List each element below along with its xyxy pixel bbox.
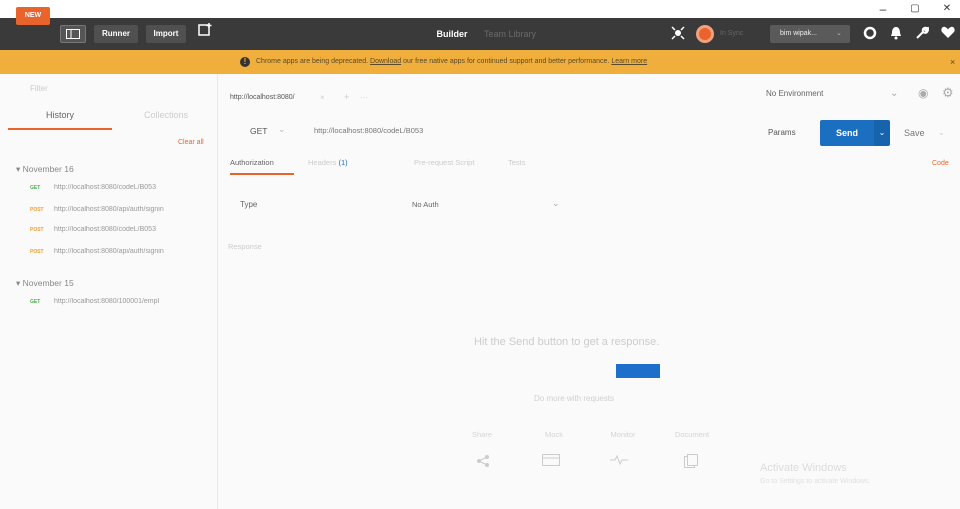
banner-text-2: our free native apps for continued suppo… <box>403 58 610 65</box>
close-window-button[interactable]: ✕ <box>932 2 960 16</box>
add-tab-button[interactable]: + <box>344 92 349 102</box>
download-link[interactable]: Download <box>370 58 401 65</box>
document-label[interactable]: Document <box>664 430 720 439</box>
mock-label[interactable]: Mock <box>534 430 574 439</box>
hint-send-button[interactable] <box>616 364 660 378</box>
history-url: http://localhost:8080/api/auth/signin <box>54 206 164 213</box>
environment-select[interactable]: No Environment <box>766 89 906 98</box>
history-item[interactable]: POST http://localhost:8080/codeL/B053 <box>30 226 210 233</box>
history-group-header[interactable]: ▾ November 16 <box>16 164 74 175</box>
save-button[interactable]: Save <box>904 128 925 138</box>
url-input[interactable]: http://localhost:8080/codeL/B053 <box>314 126 754 135</box>
chevron-down-icon[interactable]: ⌄ <box>278 124 286 135</box>
send-hint: Hit the Send button to get a response. <box>474 336 660 348</box>
sidebar-icon <box>66 29 80 39</box>
sync-icon[interactable] <box>696 25 714 43</box>
request-tab[interactable]: http://localhost:8080/ <box>230 94 295 101</box>
method-badge: POST <box>30 227 44 233</box>
do-more-heading: Do more with requests <box>534 394 615 403</box>
bell-icon[interactable] <box>888 26 904 42</box>
history-group-header[interactable]: ▾ November 15 <box>16 278 74 289</box>
auth-type-select[interactable]: No Auth <box>412 200 439 209</box>
tab-builder[interactable]: Builder <box>432 18 472 50</box>
monitor-label[interactable]: Monitor <box>598 430 648 439</box>
sidebar: Filter History Collections Clear all ▾ N… <box>0 74 218 509</box>
filter-input[interactable]: Filter <box>30 84 48 93</box>
tab-authorization[interactable]: Authorization <box>230 158 294 175</box>
method-badge: POST <box>30 249 44 255</box>
deprecation-banner: ! Chrome apps are being deprecated. Down… <box>0 50 960 74</box>
history-url: http://localhost:8080/codeL/B053 <box>54 226 156 233</box>
tab-headers[interactable]: Headers (1) <box>308 158 348 167</box>
chevron-down-icon[interactable]: ⌄ <box>938 128 945 137</box>
params-button[interactable]: Params <box>768 128 796 137</box>
activate-windows-subtitle: Go to Settings to activate Windows. <box>760 478 871 485</box>
banner-text-1: Chrome apps are being deprecated. <box>256 58 369 65</box>
close-banner-button[interactable]: × <box>950 50 955 74</box>
chevron-down-icon[interactable]: ⌄ <box>552 198 560 209</box>
mock-server-icon[interactable] <box>542 454 560 469</box>
heart-icon[interactable] <box>940 26 956 42</box>
user-name: bim wipak... <box>780 30 817 37</box>
history-url: http://localhost:8080/100001/empl <box>54 298 160 305</box>
wrench-icon[interactable] <box>914 26 930 42</box>
share-label[interactable]: Share <box>462 430 502 439</box>
headers-count: (1) <box>338 158 348 167</box>
gear-icon[interactable]: ⚙ <box>942 85 954 101</box>
activate-windows-title: Activate Windows <box>760 462 847 474</box>
method-select[interactable]: GET <box>250 126 267 136</box>
banner-message: Chrome apps are being deprecated. Downlo… <box>256 50 647 74</box>
code-link[interactable]: Code <box>932 160 949 167</box>
new-window-button[interactable] <box>194 23 216 41</box>
tab-history[interactable]: History <box>8 110 112 130</box>
history-url: http://localhost:8080/codeL/B053 <box>54 184 156 191</box>
chevron-down-icon[interactable]: ⌄ <box>890 88 898 99</box>
tab-collections[interactable]: Collections <box>116 110 216 126</box>
history-item[interactable]: POST http://localhost:8080/api/auth/signi… <box>30 206 210 213</box>
group-label: November 16 <box>22 164 74 174</box>
close-tab-icon[interactable]: × <box>320 93 325 102</box>
warning-icon: ! <box>240 57 250 67</box>
runner-button[interactable]: Runner <box>94 25 138 43</box>
history-url: http://localhost:8080/api/auth/signin <box>54 248 164 255</box>
group-label: November 15 <box>22 278 74 288</box>
more-tabs-icon[interactable]: ··· <box>360 93 368 102</box>
auth-type-label: Type <box>240 200 258 209</box>
minimize-button[interactable]: – <box>868 2 898 16</box>
send-options-button[interactable]: ⌄ <box>874 120 890 146</box>
caret-down-icon: ▾ <box>16 278 23 288</box>
maximize-button[interactable]: ▢ <box>900 2 930 16</box>
eye-icon[interactable]: ◉ <box>918 86 928 100</box>
history-item[interactable]: GET http://localhost:8080/100001/empl <box>30 298 210 305</box>
chevron-down-icon: ⌄ <box>836 30 842 37</box>
history-item[interactable]: POST http://localhost:8080/api/auth/signi… <box>30 248 210 255</box>
import-button[interactable]: Import <box>146 25 186 43</box>
sync-status: In Sync <box>720 30 744 37</box>
clear-all-link[interactable]: Clear all <box>178 139 204 146</box>
response-label: Response <box>228 242 262 251</box>
send-button[interactable]: Send <box>820 120 874 146</box>
share-icon[interactable] <box>476 454 490 471</box>
new-window-icon <box>198 23 212 36</box>
tab-tests[interactable]: Tests <box>508 158 526 167</box>
tab-team-library[interactable]: Team Library <box>484 18 554 50</box>
tab-prerequest-script[interactable]: Pre-request Script <box>414 158 474 167</box>
interceptor-icon[interactable] <box>670 26 686 42</box>
method-badge: POST <box>30 207 44 213</box>
headers-label: Headers <box>308 158 337 167</box>
history-item[interactable]: GET http://localhost:8080/codeL/B053 <box>30 184 210 191</box>
learn-more-link[interactable]: Learn more <box>611 58 647 65</box>
history-sync-icon[interactable] <box>862 26 878 42</box>
method-badge: GET <box>30 299 41 305</box>
caret-down-icon: ▾ <box>16 164 23 174</box>
request-builder: http://localhost:8080/ × + ··· No Enviro… <box>218 74 960 509</box>
title-bar: – ▢ ✕ <box>0 0 960 18</box>
user-menu-button[interactable]: bim wipak... ⌄ <box>770 25 850 43</box>
toggle-sidebar-button[interactable] <box>60 25 86 43</box>
new-button[interactable]: NEW <box>16 7 50 25</box>
method-badge: GET <box>30 185 41 191</box>
monitor-icon[interactable] <box>610 454 628 469</box>
document-icon[interactable] <box>684 454 698 471</box>
